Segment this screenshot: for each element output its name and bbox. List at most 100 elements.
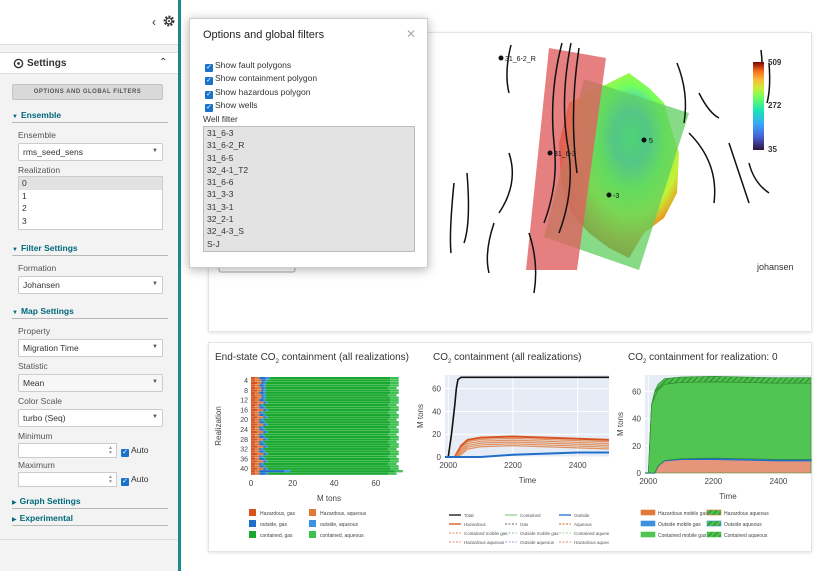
bar-segment	[263, 460, 266, 463]
bar-segment	[259, 384, 264, 387]
well-filter-list[interactable]: 31_6-3 31_6-2_R 31_6-5 32_4-1_T2 31_6-6 31_3-…	[203, 126, 415, 252]
realization-option[interactable]: 3	[19, 215, 162, 228]
maximum-input[interactable]: ▲ ▼	[18, 472, 117, 487]
bar-segment	[251, 457, 256, 461]
chevron-down-icon: ▼	[152, 379, 158, 385]
bar-segment	[390, 384, 399, 387]
bar-segment	[259, 443, 264, 446]
bar-segment	[251, 386, 256, 390]
realization-option[interactable]: 2	[19, 202, 162, 215]
options-global-filters-dialog: Options and global filters ✕ ✓ Show fault…	[189, 18, 428, 268]
bar-segment	[259, 426, 262, 429]
y-tick-label: 20	[240, 417, 248, 424]
minimum-auto-checkbox[interactable]: ✓ Auto	[121, 445, 149, 457]
settings-header[interactable]: Settings ⌃	[0, 52, 178, 74]
check-icon: ✓	[205, 77, 213, 85]
bar-segment	[261, 433, 264, 436]
bar-segment	[263, 408, 266, 412]
bar-segment	[265, 381, 391, 385]
realization-list[interactable]: 0 1 2 3	[18, 176, 163, 230]
well-option[interactable]: 31_3-1	[204, 201, 414, 213]
bar-segment	[251, 377, 256, 380]
legend-swatch	[640, 520, 656, 527]
legend-entry: Hazardous, aqueous	[320, 511, 367, 517]
close-icon[interactable]: ✕	[406, 27, 416, 41]
show-hazardous-polygon-checkbox[interactable]: ✓ Show hazardous polygon	[205, 87, 310, 99]
well-option[interactable]: 31_6-3	[204, 127, 414, 139]
bar-segment	[388, 403, 397, 407]
area-layer	[645, 459, 812, 474]
collapse-chevron-icon[interactable]: ‹	[152, 15, 156, 29]
gear-icon[interactable]	[162, 14, 176, 28]
show-containment-polygon-checkbox[interactable]: ✓ Show containment polygon	[205, 73, 317, 85]
ensemble-dropdown[interactable]: rms_seed_sens ▼	[18, 143, 163, 161]
x-tick-label: 2400	[770, 477, 788, 486]
chart2-svg[interactable]: 02040602000 2200 2400TimeM tonsTotal Contai…	[409, 369, 609, 549]
bar-segment	[265, 408, 268, 412]
colorbar-max: 509	[768, 58, 782, 67]
well-option[interactable]: 31_6-5	[204, 152, 414, 164]
chart3-svg[interactable]: 02040602000 2200 2400TimeM tonsHazardous m…	[609, 369, 813, 549]
chart1-svg[interactable]: 0 20 40 60 4 8 12 16 20 24 28 32 36 40 M tons Realizati…	[209, 369, 409, 549]
well-option[interactable]: S-J	[204, 238, 414, 250]
bar-segment	[251, 450, 256, 453]
bar-segment	[251, 448, 256, 451]
colorbar	[753, 62, 764, 150]
property-dropdown[interactable]: Migration Time ▼	[18, 339, 163, 357]
bar-segment	[259, 406, 264, 409]
show-fault-polygons-checkbox[interactable]: ✓ Show fault polygons	[205, 60, 291, 72]
chevron-up-icon[interactable]: ⌃	[159, 57, 167, 68]
map-section-toggle[interactable]: ▼ Map Settings	[12, 306, 74, 316]
divider	[12, 318, 168, 319]
options-global-filters-button[interactable]: OPTIONS AND GLOBAL FILTERS	[12, 84, 163, 100]
bar-segment	[251, 403, 256, 407]
bar-segment	[255, 428, 260, 431]
bar-segment	[259, 465, 264, 468]
formation-dropdown[interactable]: Johansen ▼	[18, 276, 163, 294]
maximum-auto-checkbox[interactable]: ✓ Auto	[121, 474, 149, 486]
show-wells-checkbox[interactable]: ✓ Show wells	[205, 100, 258, 112]
graph-section-toggle[interactable]: ▶ Graph Settings	[12, 496, 81, 506]
well-option[interactable]: 32_2-1	[204, 213, 414, 225]
well-option[interactable]: 31_6-6	[204, 176, 414, 188]
bar-segment	[259, 462, 262, 465]
y-tick-label: 24	[240, 427, 248, 434]
experimental-section-toggle[interactable]: ▶ Experimental	[12, 513, 73, 523]
bar-segment	[259, 470, 285, 473]
well-option[interactable]: 32_4-3_S	[204, 225, 414, 237]
legend-entry: Contained aqueous	[724, 533, 768, 539]
bar-segment	[259, 455, 262, 458]
bar-segment	[255, 450, 260, 453]
minimum-input[interactable]: ▲ ▼	[18, 443, 117, 458]
realization-option[interactable]: 1	[19, 190, 162, 203]
y-axis-label: M tons	[616, 412, 625, 436]
bar-segment	[251, 443, 256, 446]
bar-segment	[390, 416, 399, 419]
color-scale-dropdown[interactable]: turbo (Seq) ▼	[18, 409, 163, 427]
legend-swatch	[309, 531, 316, 538]
well-option[interactable]: 32_4-1_T2	[204, 164, 414, 176]
statistic-dropdown[interactable]: Mean ▼	[18, 374, 163, 392]
well-option[interactable]: 31_6-2_R	[204, 139, 414, 151]
bar-segment	[251, 389, 258, 392]
well-option[interactable]: 31_3-3	[204, 188, 414, 200]
bar-segment	[251, 465, 256, 468]
filter-section-toggle[interactable]: ▼ Filter Settings	[12, 243, 78, 253]
well-filter-label: Well filter	[203, 114, 238, 124]
bar-segment	[251, 408, 258, 412]
bar-segment	[251, 399, 256, 402]
bar-segment	[390, 450, 399, 453]
realization-option[interactable]: 0	[19, 177, 162, 190]
bar-segment	[263, 462, 389, 465]
ensemble-section-toggle[interactable]: ▼ Ensemble	[12, 110, 61, 120]
legend-entry: Contained aqueous	[574, 531, 609, 536]
bar-segment	[257, 423, 264, 426]
bar-segment	[265, 443, 391, 446]
bar-segment	[390, 389, 399, 392]
bar-segment	[388, 440, 397, 443]
y-tick-label: 28	[240, 437, 248, 444]
legend-entry: outside, aqueous	[320, 522, 359, 528]
bar-segment	[267, 445, 391, 448]
bar-segment	[390, 377, 399, 380]
bar-segment	[265, 460, 268, 463]
